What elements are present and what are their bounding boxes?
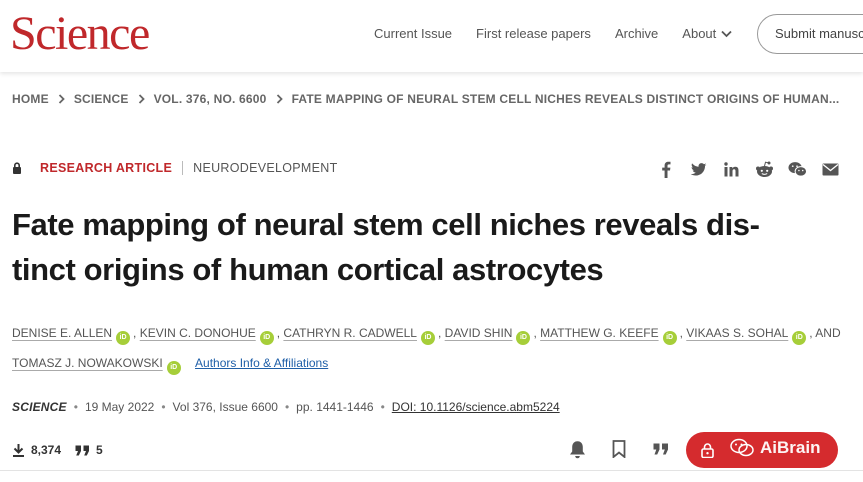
science-logo[interactable]: Science: [10, 8, 150, 60]
breadcrumb-volume[interactable]: VOL. 376, NO. 6600: [154, 92, 267, 106]
bookmark-icon[interactable]: [608, 438, 630, 460]
email-icon[interactable]: [821, 160, 840, 179]
nav-about-label: About: [682, 26, 717, 41]
separator-dot: •: [73, 400, 78, 414]
page-range: pp. 1441-1446: [296, 400, 374, 414]
downloads-count: 8,374: [31, 443, 62, 457]
orcid-icon[interactable]: iD: [662, 331, 677, 345]
title-line-2: tinct origins of human cortical astrocyt…: [12, 252, 604, 287]
journal-name[interactable]: SCIENCE: [12, 400, 67, 414]
share-bar: [656, 160, 840, 179]
orcid-icon[interactable]: iD: [166, 361, 181, 375]
watermark: AiBrain: [730, 438, 820, 458]
author-link[interactable]: CATHRYN R. CADWELL: [283, 326, 417, 340]
reddit-icon[interactable]: [755, 160, 774, 179]
breadcrumb: HOME SCIENCE VOL. 376, NO. 6600 FATE MAP…: [12, 92, 839, 106]
author-link[interactable]: TOMASZ J. NOWAKOWSKI: [12, 356, 163, 370]
breadcrumb-home[interactable]: HOME: [12, 92, 49, 106]
article-type[interactable]: RESEARCH ARTICLE: [40, 161, 172, 175]
author-list: DENISE E. ALLEN iD, KEVIN C. DONOHUE iD, C…: [12, 318, 852, 378]
orcid-icon[interactable]: iD: [420, 331, 435, 345]
linkedin-icon[interactable]: [722, 160, 741, 179]
volume-issue[interactable]: Vol 376, Issue 6600: [173, 400, 278, 414]
article-title: Fate mapping of neural stem cell niches …: [12, 202, 812, 292]
meta-divider: [182, 161, 184, 175]
twitter-icon[interactable]: [689, 160, 708, 179]
pub-date: 19 May 2022: [84, 400, 155, 414]
bell-icon[interactable]: [566, 438, 588, 460]
downloads-metric[interactable]: 8,374: [12, 443, 61, 457]
article-tools: [566, 438, 672, 460]
breadcrumb-science[interactable]: SCIENCE: [74, 92, 129, 106]
wechat-icon[interactable]: [788, 160, 807, 179]
author-link[interactable]: KEVIN C. DONOHUE: [140, 326, 256, 340]
nav-current-issue[interactable]: Current Issue: [374, 26, 452, 41]
author-link[interactable]: DENISE E. ALLEN: [12, 326, 112, 340]
nav-about[interactable]: About: [682, 26, 732, 41]
orcid-icon[interactable]: iD: [516, 331, 531, 345]
author-link[interactable]: VIKAAS S. SOHAL: [686, 326, 788, 340]
cite-icon[interactable]: [650, 438, 672, 460]
bottom-divider: [0, 470, 863, 471]
chevron-right-icon: [138, 94, 145, 104]
site-header: Science Current Issue First release pape…: [0, 0, 863, 72]
breadcrumb-current: FATE MAPPING OF NEURAL STEM CELL NICHES …: [291, 92, 840, 106]
wechat-logo-icon: [730, 438, 754, 458]
lock-icon: [701, 442, 714, 458]
download-icon: [13, 444, 24, 457]
orcid-icon[interactable]: iD: [792, 331, 807, 345]
doi-link[interactable]: DOI: 10.1126/science.abm5224: [392, 400, 560, 414]
facebook-icon[interactable]: [656, 160, 675, 179]
citations-metric[interactable]: 5: [75, 443, 103, 457]
author-link[interactable]: MATTHEW G. KEEFE: [540, 326, 658, 340]
chevron-right-icon: [58, 94, 65, 104]
lock-icon: [12, 162, 22, 174]
separator-dot: •: [380, 400, 385, 414]
quote-icon: [75, 445, 90, 455]
article-metrics: 8,374 5: [12, 443, 117, 457]
citations-count: 5: [96, 443, 103, 457]
author-link[interactable]: DAVID SHIN: [445, 326, 513, 340]
submit-manuscript-button[interactable]: Submit manuscript: [757, 14, 863, 54]
separator-dot: •: [161, 400, 166, 414]
chevron-down-icon: [721, 30, 732, 37]
watermark-text: AiBrain: [760, 438, 821, 457]
orcid-icon[interactable]: iD: [259, 331, 274, 345]
separator-dot: •: [284, 400, 290, 414]
article-meta: RESEARCH ARTICLE NEURODEVELOPMENT: [12, 161, 338, 175]
publication-info: SCIENCE • 19 May 2022 • Vol 376, Issue 6…: [12, 400, 560, 414]
authors-affiliations-link[interactable]: Authors Info & Affiliations: [195, 356, 328, 370]
and-separator: , AND: [809, 326, 841, 340]
article-subject[interactable]: NEURODEVELOPMENT: [193, 161, 337, 175]
title-line-1: Fate mapping of neural stem cell niches …: [12, 207, 760, 242]
nav-first-release[interactable]: First release papers: [476, 26, 591, 41]
main-nav: Current Issue First release papers Archi…: [374, 26, 756, 41]
nav-archive[interactable]: Archive: [615, 26, 658, 41]
orcid-icon[interactable]: iD: [116, 331, 131, 345]
chevron-right-icon: [276, 94, 283, 104]
